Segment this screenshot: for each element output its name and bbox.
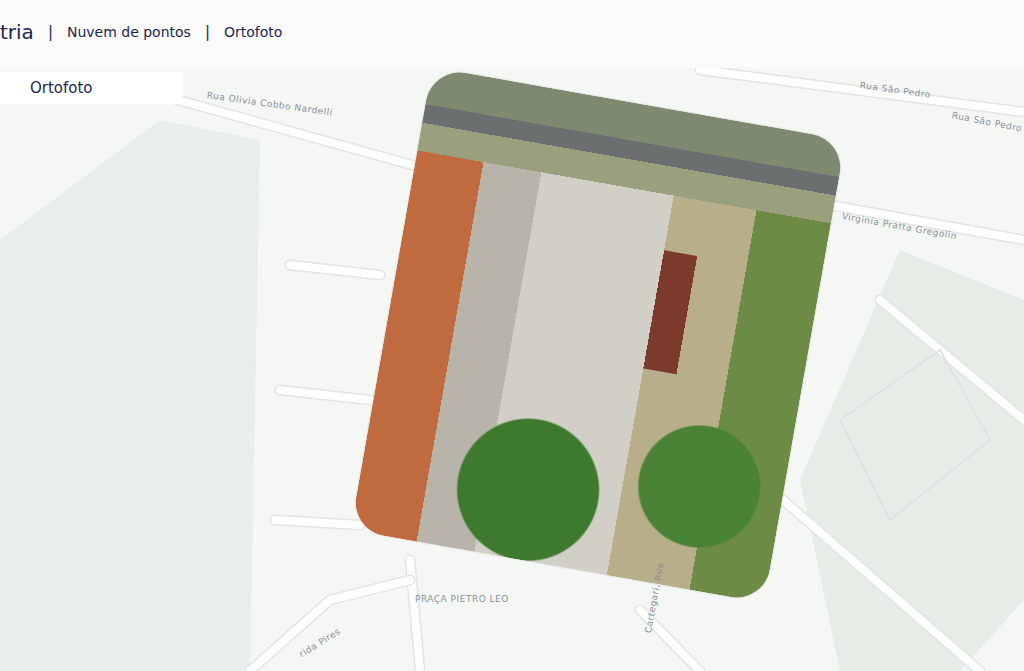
layer-label: Ortofoto bbox=[30, 79, 93, 97]
separator: | bbox=[48, 23, 53, 41]
layer-panel[interactable]: Ortofoto bbox=[0, 72, 183, 104]
street-label: rida Pires bbox=[297, 626, 342, 659]
street-label: PRAÇA PIETRO LEO bbox=[415, 594, 509, 604]
separator: | bbox=[205, 23, 210, 41]
brand-title: tria bbox=[0, 20, 34, 44]
nav-link[interactable]: Nuvem de pontos bbox=[67, 24, 191, 40]
orthophoto-image bbox=[350, 67, 845, 603]
green-area bbox=[0, 120, 260, 671]
nav-link[interactable]: Ortofoto bbox=[224, 24, 282, 40]
map-viewer: Rua Olivia Cobbo NardelliRua São PedroRu… bbox=[0, 0, 1024, 671]
top-bar: tria | Nuvem de pontos | Ortofoto bbox=[0, 0, 1024, 68]
